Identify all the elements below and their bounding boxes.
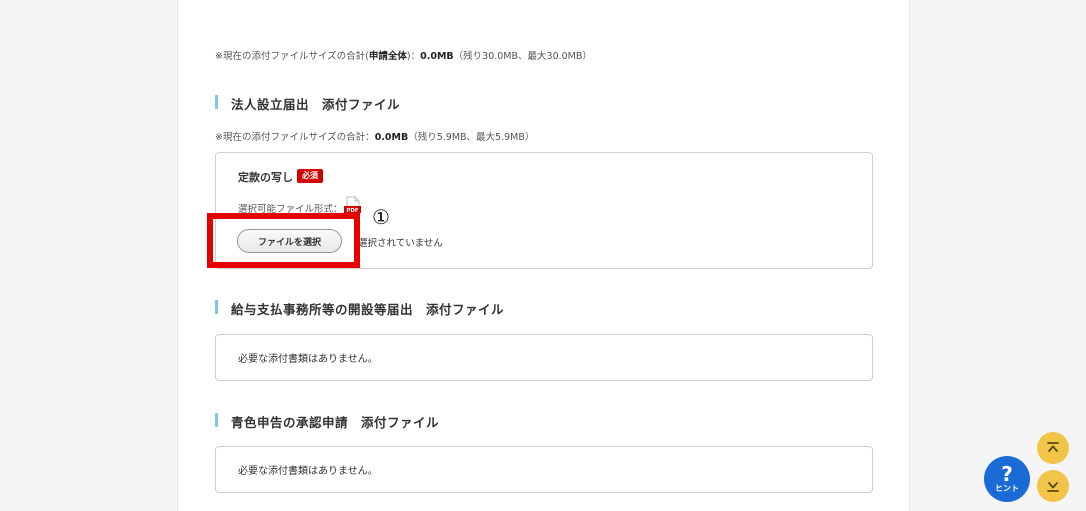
no-file-selected-text: 選択されていません <box>358 238 443 249</box>
hint-button[interactable]: ? ヒント <box>984 456 1030 502</box>
annotation-marker: ① <box>372 205 390 229</box>
no-attachment-text: 必要な添付書類はありません。 <box>238 354 378 365</box>
scroll-to-bottom-button[interactable] <box>1037 470 1069 502</box>
section-heading-payroll-office: 給与支払事務所等の開設等届出 添付ファイル <box>215 299 504 318</box>
section-size-note: ※現在の添付ファイルサイズの合計：0.0MB（残り5.9MB、最大5.9MB） <box>215 129 534 143</box>
hint-label: ヒント <box>995 484 1019 493</box>
attachment-card-blue-return: 必要な添付書類はありません。 <box>215 446 873 493</box>
scroll-to-top-button[interactable] <box>1037 432 1069 464</box>
page: ※現在の添付ファイルサイズの合計(申請全体)：0.0MB（残り30.0MB、最大… <box>0 0 1086 511</box>
attachment-card-payroll-office: 必要な添付書類はありません。 <box>215 334 873 381</box>
question-icon: ? <box>1001 462 1013 486</box>
total-size-mid: )： <box>406 51 421 62</box>
total-size-scope: 申請全体 <box>368 51 407 62</box>
document-title: 定款の写し <box>238 171 293 184</box>
section-heading-incorporation: 法人設立届出 添付ファイル <box>215 94 400 113</box>
annotation-highlight-box <box>207 213 360 268</box>
total-size-note: ※現在の添付ファイルサイズの合計(申請全体)：0.0MB（残り30.0MB、最大… <box>215 48 592 62</box>
total-size-prefix: ※現在の添付ファイルサイズの合計( <box>215 51 369 62</box>
section-size-prefix: ※現在の添付ファイルサイズの合計： <box>215 132 375 143</box>
no-attachment-text: 必要な添付書類はありません。 <box>238 466 378 477</box>
required-badge: 必須 <box>297 169 323 183</box>
section-size-value: 0.0MB <box>374 132 409 143</box>
arrow-to-top-icon <box>1047 442 1059 452</box>
total-size-remaining: （残り30.0MB、最大30.0MB） <box>453 51 592 62</box>
arrow-to-bottom-icon <box>1047 482 1059 492</box>
section-size-remaining: （残り5.9MB、最大5.9MB） <box>408 132 535 143</box>
total-size-value: 0.0MB <box>420 51 454 62</box>
section-heading-blue-return: 青色申告の承認申請 添付ファイル <box>215 412 439 431</box>
